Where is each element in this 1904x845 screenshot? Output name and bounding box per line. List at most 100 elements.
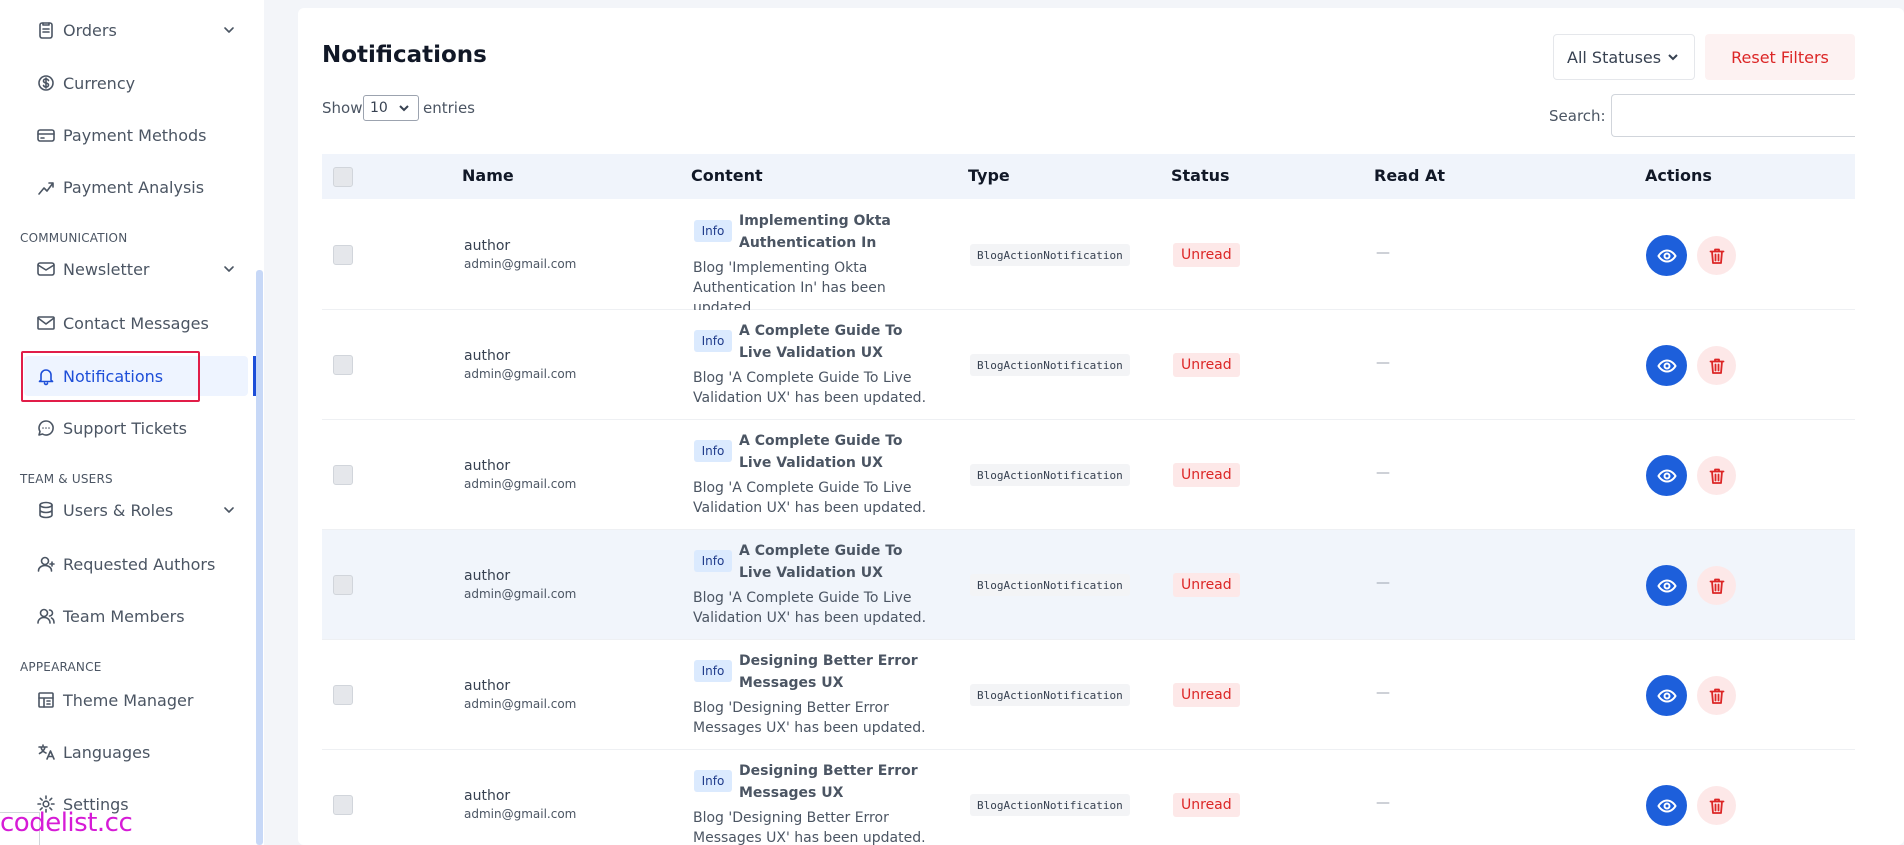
info-badge: Info	[694, 550, 732, 572]
search-input[interactable]	[1611, 94, 1855, 137]
chat-icon	[38, 420, 54, 436]
delete-button[interactable]	[1697, 236, 1736, 275]
column-read-at[interactable]: Read At	[1374, 166, 1445, 185]
table-row[interactable]: author admin@gmail.com Info Implementing Ok…	[322, 200, 1855, 316]
view-button[interactable]	[1646, 675, 1687, 716]
sidebar-item-languages[interactable]: Languages	[24, 732, 248, 772]
select-all-checkbox[interactable]	[333, 167, 353, 187]
sidebar-item-payment-analysis[interactable]: Payment Analysis	[24, 167, 248, 207]
sidebar-item-requested-authors[interactable]: Requested Authors	[24, 544, 248, 584]
delete-button[interactable]	[1697, 456, 1736, 495]
sidebar-item-label: Support Tickets	[63, 418, 188, 438]
eye-icon	[1656, 796, 1677, 816]
row-checkbox[interactable]	[333, 355, 353, 375]
table-row[interactable]: author admin@gmail.com Info A Complete Guid…	[322, 420, 1855, 530]
table-row[interactable]: author admin@gmail.com Info A Complete Guid…	[322, 310, 1855, 420]
translate-icon	[38, 744, 55, 760]
sidebar: Orders Currency Payment Methods Payment …	[0, 0, 264, 845]
status-filter-select[interactable]: All Statuses	[1553, 34, 1695, 80]
table-row[interactable]: author admin@gmail.com Info A Complete Guid…	[322, 530, 1855, 640]
database-icon	[39, 501, 53, 519]
reset-filters-button[interactable]: Reset Filters	[1705, 34, 1855, 80]
user-icon	[37, 556, 55, 572]
type-badge: BlogActionNotification	[970, 574, 1130, 596]
delete-button[interactable]	[1697, 786, 1736, 825]
section-appearance: APPEARANCE	[20, 660, 102, 674]
delete-button[interactable]	[1697, 566, 1736, 605]
sidebar-item-label: Payment Methods	[63, 125, 207, 145]
entries-select[interactable]: 10	[363, 95, 419, 121]
row-checkbox[interactable]	[333, 465, 353, 485]
sidebar-item-label: Orders	[63, 20, 117, 40]
sidebar-item-orders[interactable]: Orders	[24, 10, 248, 50]
sidebar-item-team-members[interactable]: Team Members	[24, 596, 248, 636]
eye-icon	[1656, 576, 1677, 596]
sidebar-item-label: Newsletter	[63, 259, 150, 279]
content-title: Designing Better Error Messages UX	[739, 763, 918, 801]
row-email: admin@gmail.com	[464, 697, 577, 711]
highlight-box	[21, 351, 200, 402]
column-content[interactable]: Content	[691, 166, 763, 185]
sidebar-item-payment-methods[interactable]: Payment Methods	[24, 115, 248, 155]
row-checkbox[interactable]	[333, 245, 353, 265]
content-title: A Complete Guide To Live Validation UX	[739, 543, 903, 581]
row-email: admin@gmail.com	[464, 367, 577, 381]
sidebar-item-currency[interactable]: Currency	[24, 63, 248, 103]
read-at: —	[1376, 465, 1390, 481]
row-email: admin@gmail.com	[464, 587, 577, 601]
sidebar-item-newsletter[interactable]: Newsletter	[24, 249, 248, 289]
chevron-down-icon	[224, 27, 234, 33]
table-header: Name Content Type Status Read At Actions	[322, 154, 1855, 199]
entries-label: entries	[423, 99, 475, 117]
read-at: —	[1376, 245, 1390, 261]
view-button[interactable]	[1646, 235, 1687, 276]
watermark: codelist.cc	[0, 808, 133, 838]
eye-icon	[1656, 466, 1677, 486]
chevron-down-icon	[399, 105, 409, 112]
row-checkbox[interactable]	[333, 795, 353, 815]
column-type[interactable]: Type	[968, 166, 1010, 185]
row-checkbox[interactable]	[333, 575, 353, 595]
chevron-down-icon	[224, 507, 234, 513]
page-title: Notifications	[322, 42, 487, 68]
chart-icon	[38, 182, 54, 195]
eye-icon	[1656, 356, 1677, 376]
view-button[interactable]	[1646, 455, 1687, 496]
column-name[interactable]: Name	[462, 166, 514, 185]
sidebar-item-support-tickets[interactable]: Support Tickets	[24, 408, 248, 448]
row-name: author	[464, 788, 511, 804]
view-button[interactable]	[1646, 785, 1687, 826]
delete-button[interactable]	[1697, 346, 1736, 385]
content-message: Blog 'Designing Better Error Messages UX…	[693, 700, 926, 736]
search-label: Search:	[1549, 107, 1606, 125]
trash-icon	[1707, 466, 1727, 486]
sidebar-item-contact-messages[interactable]: Contact Messages	[24, 303, 248, 343]
sidebar-scrollbar[interactable]	[256, 270, 263, 845]
row-name: author	[464, 568, 511, 584]
show-label: Show	[322, 99, 363, 117]
sidebar-item-users-roles[interactable]: Users & Roles	[24, 490, 248, 530]
status-badge: Unread	[1173, 683, 1240, 707]
chevron-down-icon	[1668, 54, 1678, 61]
column-status[interactable]: Status	[1171, 166, 1230, 185]
view-button[interactable]	[1646, 345, 1687, 386]
row-checkbox[interactable]	[333, 685, 353, 705]
read-at: —	[1376, 355, 1390, 371]
trash-icon	[1707, 356, 1727, 376]
type-badge: BlogActionNotification	[970, 354, 1130, 376]
sidebar-item-theme-manager[interactable]: Theme Manager	[24, 680, 248, 720]
view-button[interactable]	[1646, 565, 1687, 606]
content-title: A Complete Guide To Live Validation UX	[739, 433, 903, 471]
delete-button[interactable]	[1697, 676, 1736, 715]
eye-icon	[1656, 686, 1677, 706]
users-icon	[37, 608, 55, 624]
entries-value: 10	[370, 100, 388, 116]
table-row[interactable]: author admin@gmail.com Info Designing Bette…	[322, 750, 1855, 845]
table-row[interactable]: author admin@gmail.com Info Designing Bette…	[322, 640, 1855, 750]
content-title: A Complete Guide To Live Validation UX	[739, 323, 903, 361]
content-message: Blog 'Implementing Okta Authentication I…	[693, 260, 886, 316]
type-badge: BlogActionNotification	[970, 244, 1130, 266]
content-message: Blog 'A Complete Guide To Live Validatio…	[693, 480, 927, 516]
column-actions: Actions	[1645, 166, 1712, 185]
section-team-users: TEAM & USERS	[20, 472, 113, 486]
